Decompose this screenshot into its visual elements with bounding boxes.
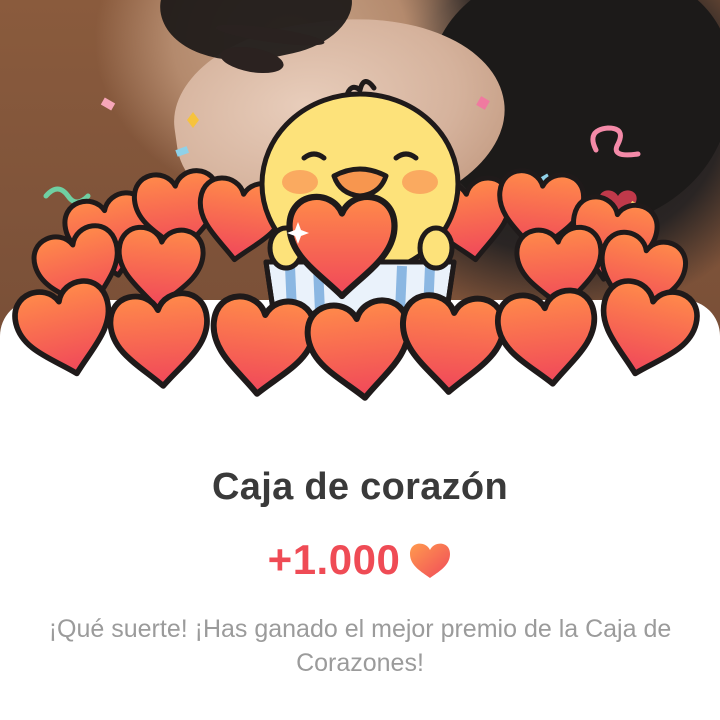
reward-title: Caja de corazón bbox=[212, 466, 508, 508]
reward-amount: +1.000 bbox=[267, 536, 401, 583]
chick-mascot bbox=[259, 79, 461, 319]
reward-illustration bbox=[0, 79, 720, 420]
heart-icon bbox=[410, 543, 451, 578]
reward-amount-row: +1.000 bbox=[0, 536, 720, 584]
reward-message: ¡Qué suerte! ¡Has ganado el mejor premio… bbox=[48, 615, 672, 677]
